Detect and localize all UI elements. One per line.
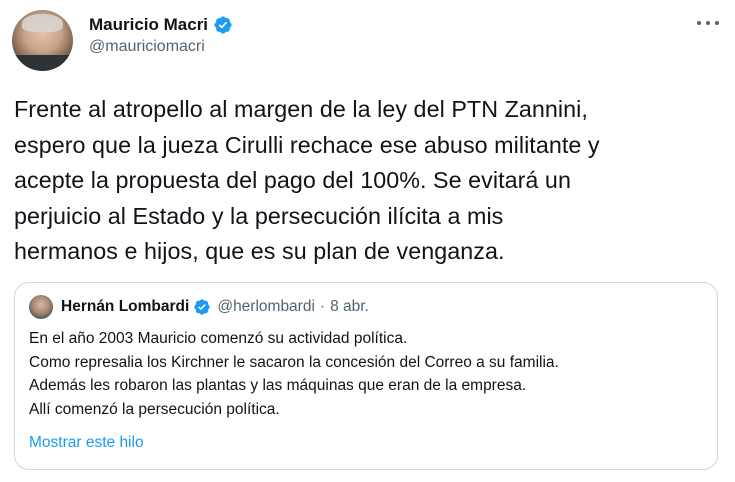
quoted-author-name: Hernán Lombardi	[61, 298, 190, 315]
quoted-tweet-text: En el año 2003 Mauricio comenzó su activ…	[29, 327, 709, 421]
verified-badge-icon	[194, 299, 211, 315]
quoted-tweet-header: Hernán Lombardi @herlombardi · 8 abr.	[61, 297, 369, 317]
quoted-tweet[interactable]: Hernán Lombardi @herlombardi · 8 abr. En…	[14, 282, 718, 470]
quoted-author-handle: @herlombardi	[217, 298, 315, 315]
avatar-shirt	[12, 55, 73, 71]
quoted-separator: ·	[319, 298, 326, 315]
more-dot	[706, 21, 710, 25]
avatar-hair	[22, 14, 63, 32]
quoted-text-line: Como represalia los Kirchner le sacaron …	[29, 353, 559, 371]
more-dot	[715, 21, 719, 25]
more-horizontal-icon[interactable]	[697, 16, 719, 30]
author-avatar[interactable]	[12, 10, 73, 71]
tweet: Mauricio Macri @mauriciomacri Frente al …	[0, 0, 735, 482]
quoted-text-line: En el año 2003 Mauricio comenzó su activ…	[29, 330, 408, 347]
quoted-author-avatar[interactable]	[29, 295, 53, 319]
quoted-text-line: Allí comenzó la persecución política.	[29, 400, 280, 418]
author-name-row: Mauricio Macri	[89, 14, 233, 36]
author-block: Mauricio Macri @mauriciomacri	[89, 14, 233, 56]
show-thread-link[interactable]: Mostrar este hilo	[29, 434, 144, 452]
more-dot	[697, 21, 701, 25]
quoted-text-line: Además les robaron las plantas y las máq…	[29, 377, 527, 394]
author-handle[interactable]: @mauriciomacri	[89, 38, 233, 56]
tweet-text: Frente al atropello al margen de la ley …	[14, 96, 600, 264]
verified-badge-icon	[214, 16, 232, 34]
author-name[interactable]: Mauricio Macri	[89, 15, 208, 35]
quoted-date: 8 abr.	[330, 298, 369, 315]
